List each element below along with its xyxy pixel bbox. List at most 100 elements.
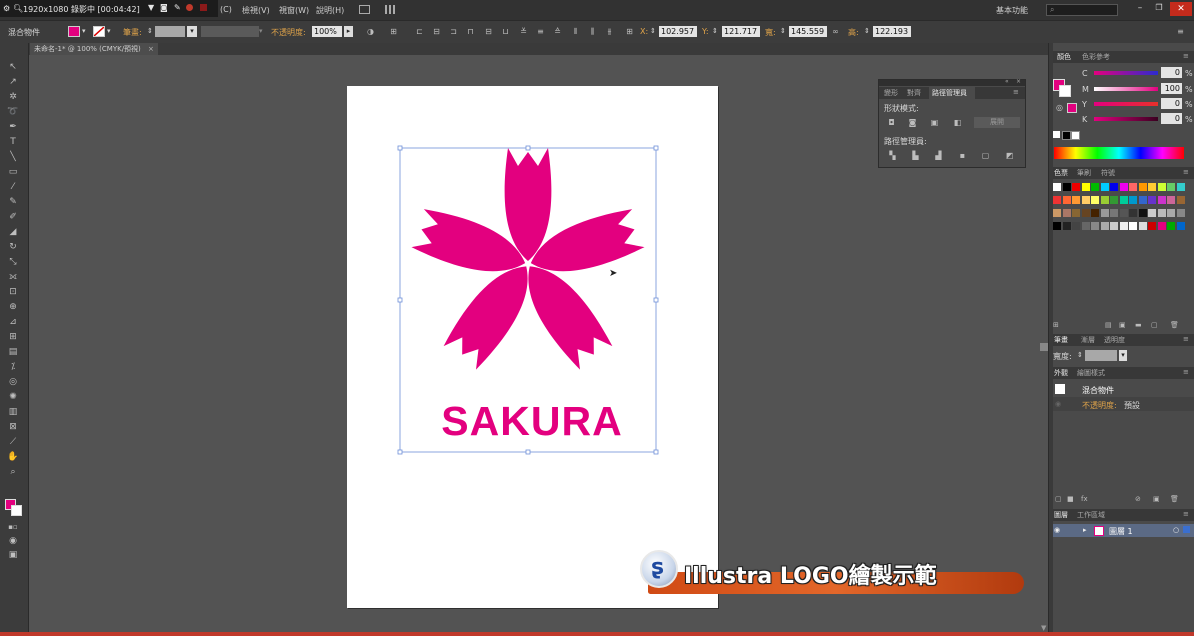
distribute-bottom-icon[interactable]: ≙ — [553, 27, 562, 36]
tab-color[interactable]: 顏色 — [1057, 52, 1071, 62]
tab-gradient[interactable]: 漸層 — [1081, 335, 1095, 345]
width-field[interactable]: 145.559 — [789, 26, 827, 37]
rotate-tool-icon[interactable]: ↻ — [7, 241, 19, 253]
sakura-logo[interactable] — [347, 86, 718, 608]
gear-icon[interactable]: ⚙ — [3, 4, 10, 13]
opacity-dropdown[interactable]: ▸ — [344, 26, 353, 37]
width-stepper[interactable]: ⇕ — [780, 27, 786, 35]
none-swatch[interactable] — [1053, 131, 1060, 138]
channel-m-value[interactable]: 100 — [1161, 83, 1182, 94]
channel-y-value[interactable]: 0 — [1161, 98, 1182, 109]
layer-name[interactable]: 圖層 1 — [1109, 526, 1133, 537]
zoom-tool-icon[interactable]: ⌕ — [7, 466, 19, 478]
color-swatch[interactable] — [1138, 222, 1147, 230]
color-swatch[interactable] — [1072, 196, 1080, 204]
color-swatch[interactable] — [1119, 222, 1128, 230]
collapse-icon[interactable]: « — [1005, 78, 1009, 85]
layer-expand-arrow-icon[interactable]: ▸ — [1083, 526, 1087, 534]
stroke-menu-icon[interactable]: ≡ — [1183, 335, 1189, 343]
bridge-icon[interactable] — [359, 5, 370, 14]
hand-tool-icon[interactable]: ✋ — [7, 451, 19, 463]
color-swatch[interactable] — [1148, 196, 1156, 204]
color-swatch[interactable] — [1129, 196, 1137, 204]
panel-grip[interactable]: « × — [879, 78, 1025, 86]
color-swatch[interactable] — [1053, 209, 1061, 217]
color-swatch[interactable] — [1157, 209, 1166, 217]
out-of-gamut-icon[interactable]: ◎ — [1056, 103, 1063, 112]
eyedropper-tool-icon[interactable]: ⁒ — [7, 361, 19, 373]
line-tool-icon[interactable]: ╲ — [7, 151, 19, 163]
slice-tool-icon[interactable]: ⟋ — [7, 436, 19, 448]
type-tool-icon[interactable]: T — [7, 136, 19, 148]
color-swatch[interactable] — [1091, 209, 1099, 217]
mesh-tool-icon[interactable]: ⊞ — [7, 331, 19, 343]
color-swatch[interactable] — [1119, 183, 1128, 191]
channel-k-value[interactable]: 0 — [1161, 113, 1182, 124]
stroke-stepper[interactable]: ⇕ — [147, 27, 153, 35]
arrange-documents-icon[interactable] — [385, 5, 396, 14]
tab-symbols[interactable]: 符號 — [1101, 168, 1115, 178]
rectangle-tool-icon[interactable]: ▭ — [7, 166, 19, 178]
swatch-libraries-icon[interactable]: ⊞ — [1053, 321, 1059, 329]
tab-close-icon[interactable]: × — [148, 43, 154, 55]
blob-brush-tool-icon[interactable]: ✐ — [7, 211, 19, 223]
close-icon[interactable]: ✕ — [1170, 2, 1192, 16]
color-swatch[interactable] — [1148, 183, 1156, 191]
width-tool-icon[interactable]: ⟗ — [7, 271, 19, 283]
variable-width-profile[interactable] — [201, 26, 259, 37]
shape-builder-tool-icon[interactable]: ⊕ — [7, 301, 19, 313]
tab-graphic-styles[interactable]: 繪圖樣式 — [1077, 368, 1105, 378]
stroke-weight-dropdown[interactable]: ▾ — [187, 26, 197, 37]
color-swatch[interactable] — [1053, 183, 1061, 191]
color-swatch[interactable] — [1091, 183, 1099, 191]
swatches-menu-icon[interactable]: ≡ — [1183, 168, 1189, 176]
tab-swatches[interactable]: 色票 — [1054, 168, 1068, 178]
tab-color-guide[interactable]: 色彩參考 — [1082, 52, 1110, 62]
eraser-tool-icon[interactable]: ◢ — [7, 226, 19, 238]
stroke-width-stepper[interactable]: ⇕ — [1077, 351, 1083, 359]
tab-layers[interactable]: 圖層 — [1054, 510, 1068, 520]
stroke-width-field[interactable] — [1085, 350, 1117, 361]
swatch-options-icon[interactable]: ▣ — [1119, 321, 1126, 329]
add-effect-icon[interactable]: fx — [1081, 495, 1088, 503]
opacity-field[interactable]: 100% — [312, 26, 342, 37]
distribute-middle-icon[interactable]: ≡ — [536, 27, 545, 36]
workspace-switcher[interactable]: 基本功能 — [996, 5, 1028, 16]
stop-icon[interactable] — [200, 4, 207, 11]
stroke-swatch[interactable] — [93, 26, 105, 37]
color-swatch[interactable] — [1167, 196, 1175, 204]
layers-menu-icon[interactable]: ≡ — [1183, 510, 1189, 518]
draw-mode-icon[interactable]: ◉ — [7, 535, 19, 547]
add-fill-icon[interactable]: ■ — [1067, 495, 1074, 503]
color-swatch[interactable] — [1062, 196, 1071, 204]
color-swatch[interactable] — [1138, 183, 1147, 191]
channel-k-slider[interactable] — [1094, 117, 1158, 121]
menu-item-window[interactable]: 視窗(W) — [279, 5, 309, 16]
color-swatch[interactable] — [1110, 222, 1118, 230]
tab-transparency[interactable]: 透明度 — [1104, 335, 1125, 345]
profile-dropdown-icon[interactable]: ▾ — [259, 27, 263, 35]
merge-icon[interactable]: ▟ — [934, 151, 943, 160]
stroke-weight-field[interactable] — [155, 26, 185, 37]
unite-icon[interactable]: ◘ — [887, 118, 896, 127]
panel-stroke-swatch[interactable] — [1059, 85, 1071, 97]
color-swatch[interactable] — [1148, 209, 1156, 217]
color-panel-menu-icon[interactable]: ≡ — [1183, 52, 1189, 60]
layer-target-icon[interactable]: ○ — [1173, 526, 1179, 534]
color-swatch[interactable] — [1157, 183, 1166, 191]
tab-brushes[interactable]: 筆刷 — [1077, 168, 1091, 178]
color-swatch[interactable] — [1100, 222, 1109, 230]
tab-appearance[interactable]: 外觀 — [1054, 368, 1068, 378]
perspective-grid-tool-icon[interactable]: ⊿ — [7, 316, 19, 328]
color-swatch[interactable] — [1176, 183, 1185, 191]
direct-selection-tool-icon[interactable]: ↗ — [7, 76, 19, 88]
column-graph-tool-icon[interactable]: ▥ — [7, 406, 19, 418]
align-top-icon[interactable]: ⊓ — [466, 27, 475, 36]
appearance-opacity-row[interactable]: ◉ 不透明度: 預設 — [1049, 397, 1194, 411]
color-swatch[interactable] — [1100, 196, 1109, 204]
minus-back-icon[interactable]: ◩ — [1005, 151, 1014, 160]
align-right-icon[interactable]: ⊐ — [449, 27, 458, 36]
tab-artboards[interactable]: 工作區域 — [1077, 510, 1105, 520]
stroke-color-box[interactable] — [11, 505, 22, 516]
align-to-icon[interactable]: ⊞ — [389, 27, 398, 36]
